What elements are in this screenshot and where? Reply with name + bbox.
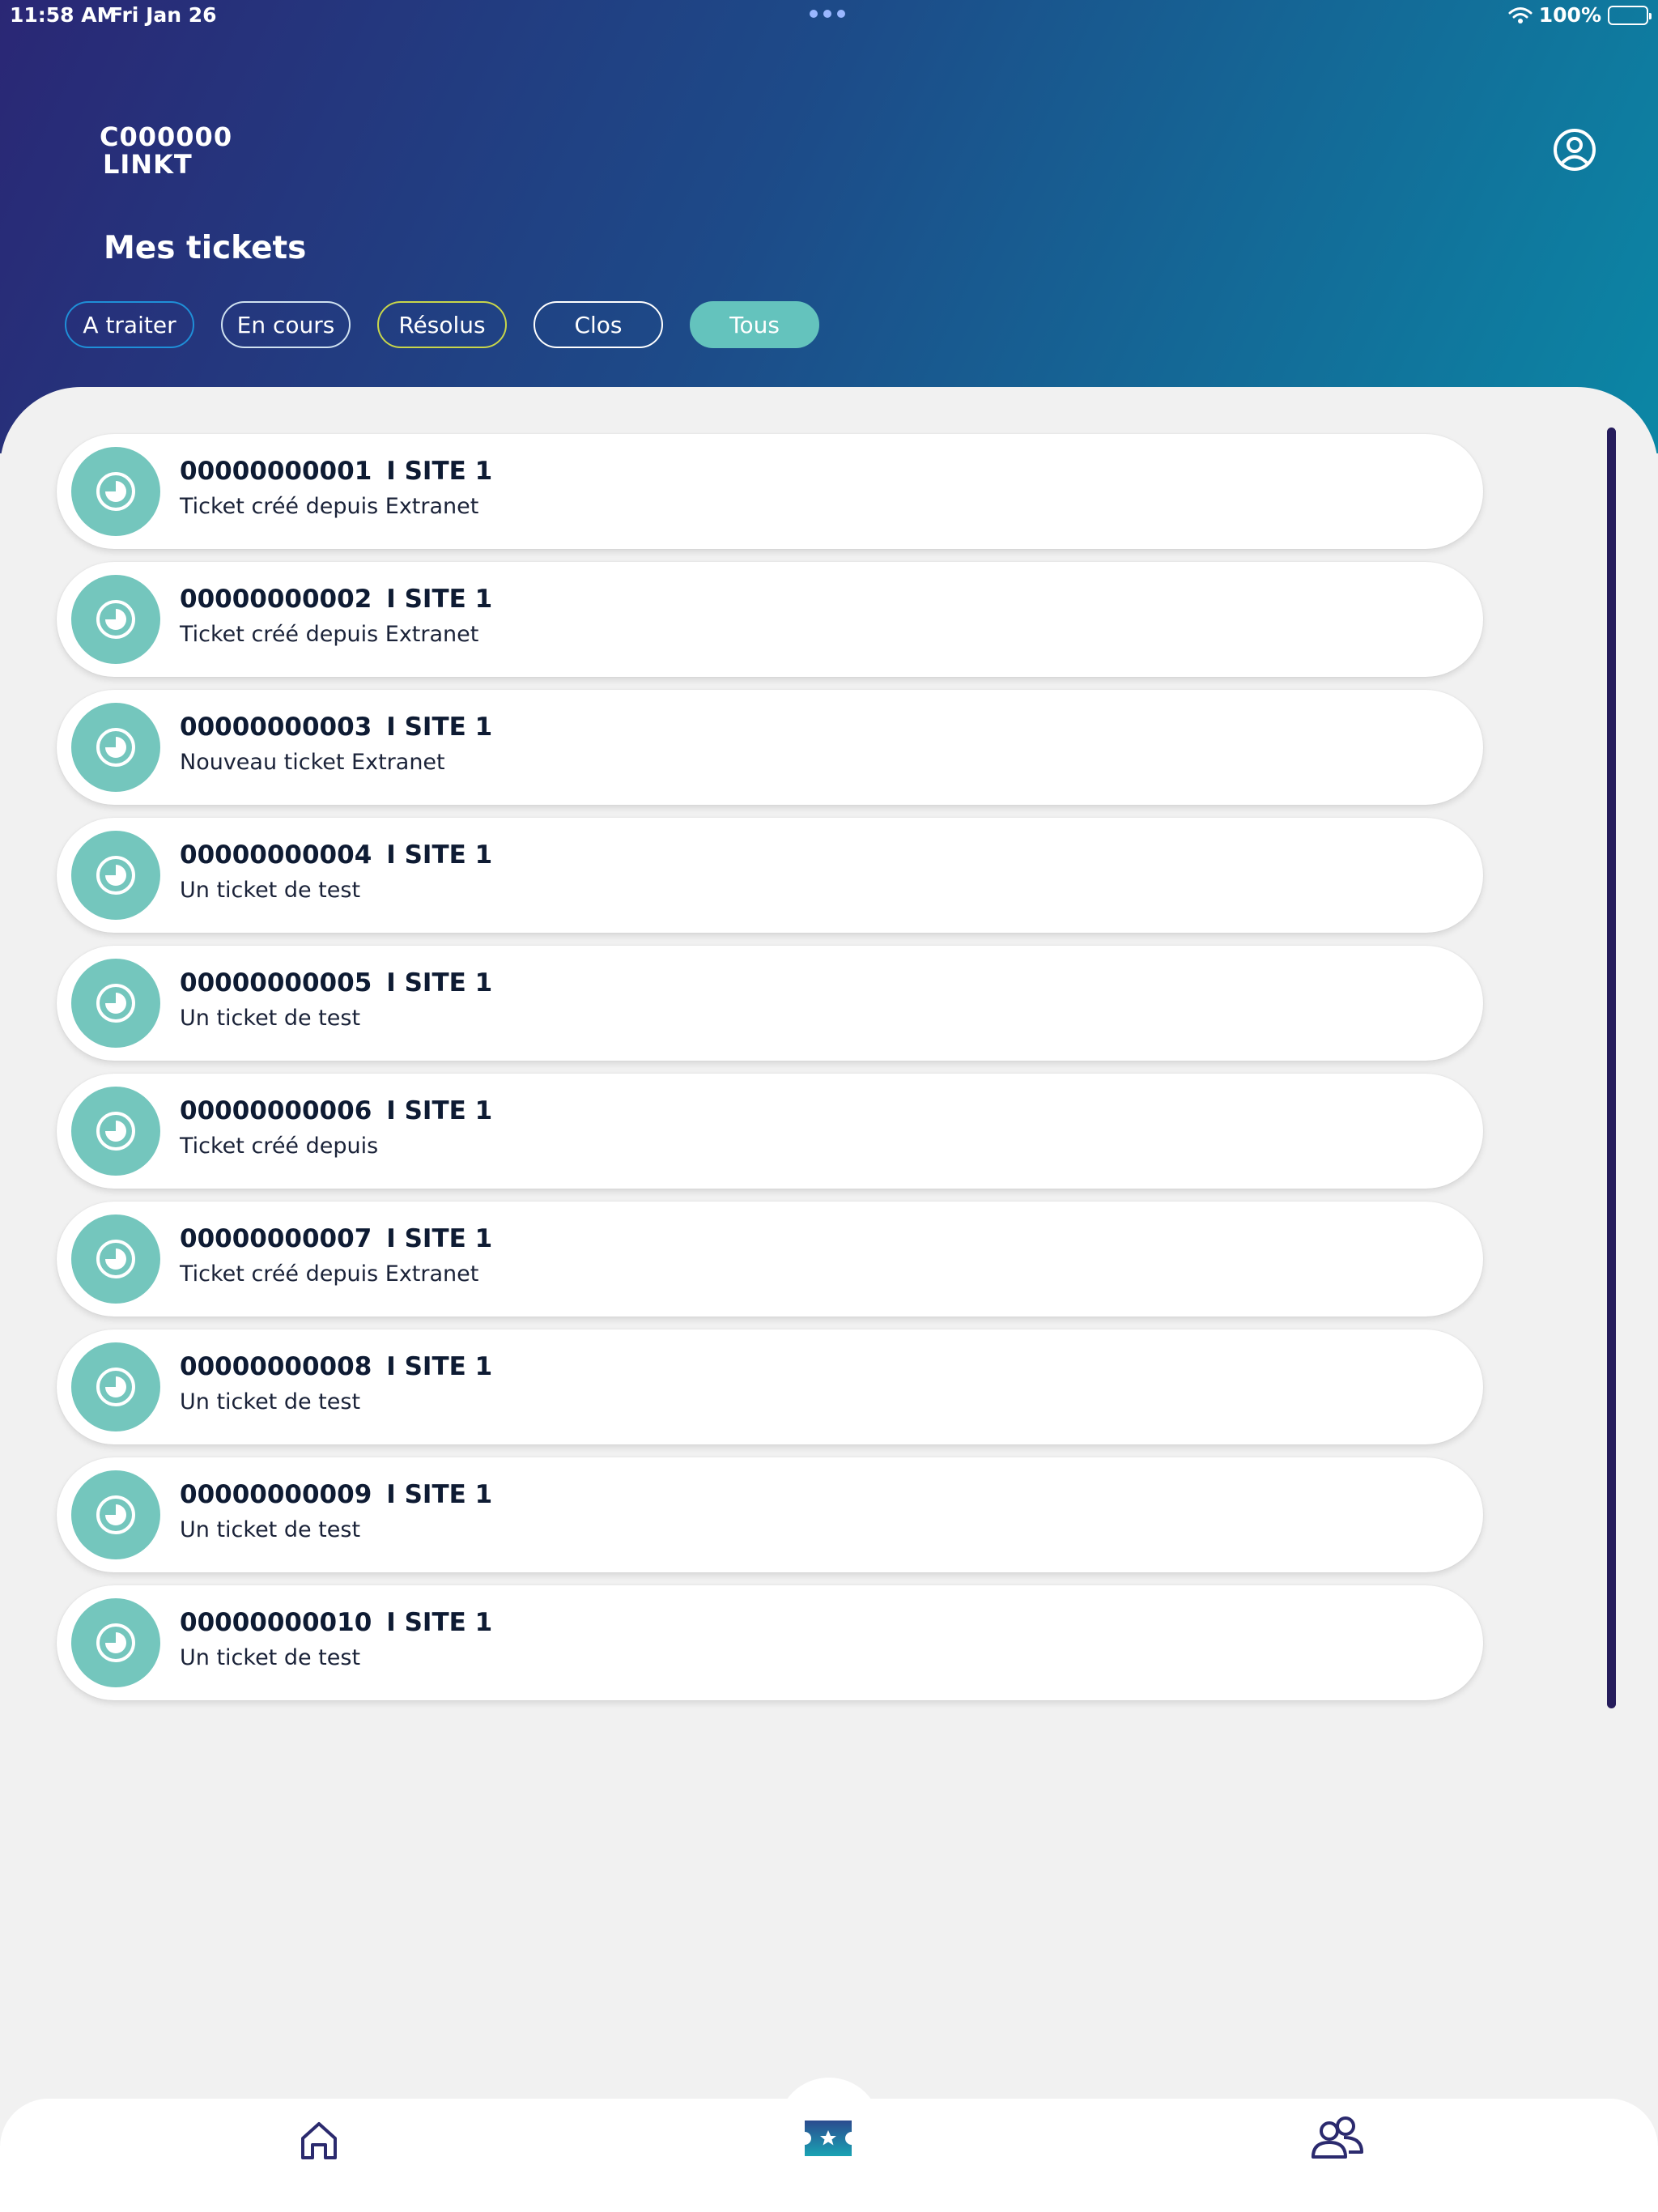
ticket-description: Un ticket de test	[180, 878, 361, 903]
ticket-site: I SITE 1	[386, 1352, 493, 1381]
scrollbar[interactable]	[1607, 428, 1616, 1708]
battery-icon	[1608, 5, 1652, 25]
ticket-site: I SITE 1	[386, 840, 493, 870]
ticket-card[interactable]: 00000000001 I SITE 1 Ticket créé depuis Ex…	[57, 434, 1483, 549]
ticket-number: 00000000010	[180, 1608, 372, 1637]
ticket-card[interactable]: 00000000007 I SITE 1 Ticket créé depuis Ex…	[57, 1202, 1483, 1317]
battery-percentage: 100%	[1538, 3, 1601, 27]
ticket-number: 00000000009	[180, 1480, 372, 1509]
clock-icon	[71, 959, 160, 1048]
filter-bar: A traiter En cours Résolus Clos Tous	[65, 301, 819, 348]
multitasking-dots-icon[interactable]	[810, 10, 845, 18]
user-circle-icon[interactable]	[1553, 128, 1596, 172]
filter-clos[interactable]: Clos	[534, 301, 663, 348]
status-right: 100%	[1508, 3, 1652, 27]
page-title: Mes tickets	[104, 230, 307, 266]
ticket-description: Nouveau ticket Extranet	[180, 750, 445, 775]
ticket-card[interactable]: 00000000005 I SITE 1 Un ticket de test	[57, 946, 1483, 1061]
clock-icon	[71, 1087, 160, 1176]
wifi-icon	[1508, 6, 1533, 24]
ticket-card[interactable]: 00000000008 I SITE 1 Un ticket de test	[57, 1329, 1483, 1444]
ticket-description: Un ticket de test	[180, 1389, 361, 1414]
ticket-number: 00000000008	[180, 1352, 372, 1381]
ticket-site: I SITE 1	[386, 1224, 493, 1253]
status-time: 11:58 AM	[10, 3, 117, 27]
ticket-site: I SITE 1	[386, 713, 493, 742]
ticket-card[interactable]: 00000000009 I SITE 1 Un ticket de test	[57, 1457, 1483, 1572]
ticket-number: 00000000003	[180, 713, 372, 742]
ticket-icon[interactable]	[801, 2117, 855, 2159]
ticket-card[interactable]: 00000000006 I SITE 1 Ticket créé depuis	[57, 1074, 1483, 1189]
ticket-description: Un ticket de test	[180, 1006, 361, 1031]
clock-icon	[71, 1598, 160, 1687]
ticket-site: I SITE 1	[386, 585, 493, 614]
ticket-title: 00000000005 I SITE 1	[180, 968, 492, 998]
ticket-number: 00000000002	[180, 585, 372, 614]
clock-icon	[71, 575, 160, 664]
clock-icon	[71, 1214, 160, 1304]
filter-en-cours[interactable]: En cours	[221, 301, 351, 348]
ticket-number: 00000000004	[180, 840, 372, 870]
ticket-site: I SITE 1	[386, 1480, 493, 1509]
ticket-title: 00000000003 I SITE 1	[180, 713, 492, 742]
ticket-number: 00000000007	[180, 1224, 372, 1253]
clock-icon	[71, 1470, 160, 1559]
clock-icon	[71, 703, 160, 792]
status-bar: 11:58 AM Fri Jan 26 100%	[0, 0, 1658, 32]
ticket-title: 00000000007 I SITE 1	[180, 1224, 492, 1253]
filter-tous[interactable]: Tous	[690, 301, 819, 348]
ticket-description: Ticket créé depuis Extranet	[180, 622, 479, 647]
ticket-title: 00000000009 I SITE 1	[180, 1480, 492, 1509]
ticket-number: 00000000005	[180, 968, 372, 998]
ticket-card[interactable]: 00000000003 I SITE 1 Nouveau ticket Extran…	[57, 690, 1483, 805]
ticket-description: Ticket créé depuis	[180, 1134, 379, 1159]
ticket-site: I SITE 1	[386, 457, 493, 486]
ticket-description: Ticket créé depuis Extranet	[180, 494, 479, 519]
ticket-title: 00000000010 I SITE 1	[180, 1608, 492, 1637]
filter-a-traiter[interactable]: A traiter	[65, 301, 194, 348]
header	[0, 0, 1658, 453]
clock-icon	[71, 447, 160, 536]
ticket-card[interactable]: 00000000004 I SITE 1 Un ticket de test	[57, 818, 1483, 933]
filter-resolus[interactable]: Résolus	[377, 301, 507, 348]
ticket-number: 00000000006	[180, 1096, 372, 1125]
client-name: LINKT	[103, 149, 193, 180]
ticket-number: 00000000001	[180, 457, 372, 486]
home-icon[interactable]	[296, 2117, 342, 2163]
ticket-title: 00000000001 I SITE 1	[180, 457, 492, 486]
ticket-title: 00000000008 I SITE 1	[180, 1352, 492, 1381]
users-icon[interactable]	[1308, 2115, 1367, 2165]
clock-icon	[71, 1342, 160, 1431]
ticket-title: 00000000006 I SITE 1	[180, 1096, 492, 1125]
status-date: Fri Jan 26	[109, 3, 217, 27]
clock-icon	[71, 831, 160, 920]
ticket-description: Un ticket de test	[180, 1645, 361, 1670]
content-panel: 00000000001 I SITE 1 Ticket créé depuis Ex…	[0, 387, 1658, 2152]
ticket-description: Un ticket de test	[180, 1517, 361, 1542]
ticket-site: I SITE 1	[386, 968, 493, 998]
ticket-title: 00000000004 I SITE 1	[180, 840, 492, 870]
ticket-card[interactable]: 00000000010 I SITE 1 Un ticket de test	[57, 1585, 1483, 1700]
ticket-title: 00000000002 I SITE 1	[180, 585, 492, 614]
ticket-site: I SITE 1	[386, 1096, 493, 1125]
client-code: C000000	[100, 121, 233, 152]
ticket-card[interactable]: 00000000002 I SITE 1 Ticket créé depuis Ex…	[57, 562, 1483, 677]
ticket-site: I SITE 1	[386, 1608, 493, 1637]
ticket-description: Ticket créé depuis Extranet	[180, 1261, 479, 1287]
